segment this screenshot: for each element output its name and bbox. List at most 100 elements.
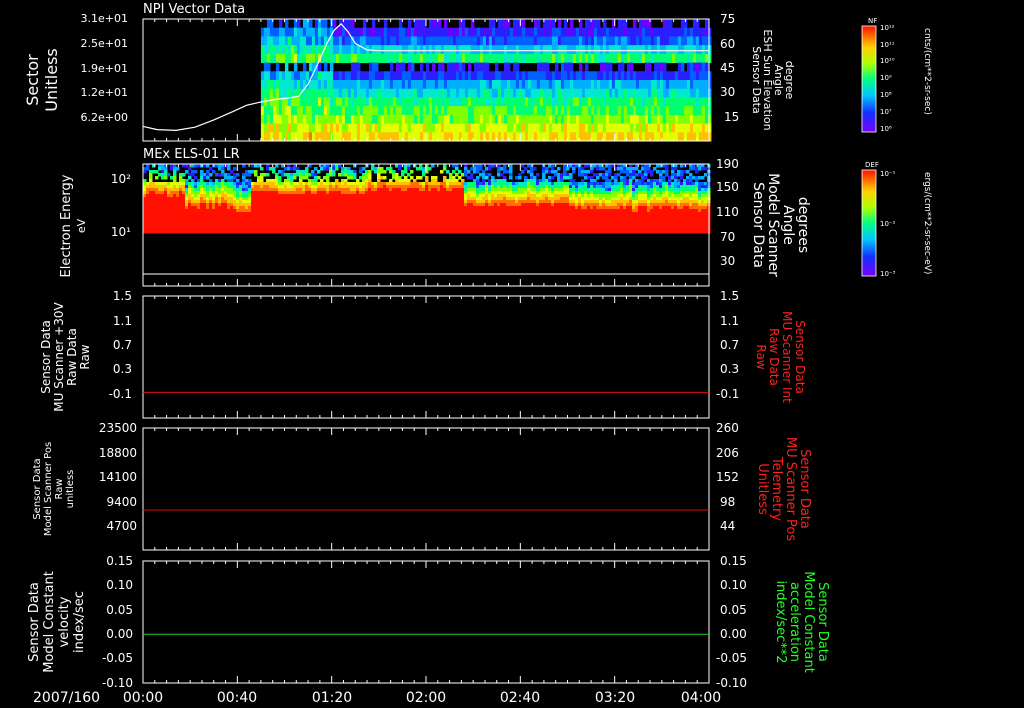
els-heatmap-cell xyxy=(329,206,333,210)
els-heatmap-cell xyxy=(476,206,480,210)
els-heatmap-cell xyxy=(413,212,417,216)
els-heatmap-cell xyxy=(344,188,348,192)
els-heatmap-cell xyxy=(437,227,441,231)
npi-heatmap-cell xyxy=(638,71,643,81)
els-heatmap-cell xyxy=(254,182,258,186)
npi-heatmap-cell xyxy=(638,27,643,37)
npi-heatmap-cell xyxy=(443,132,448,142)
els-heatmap-cell xyxy=(236,206,240,210)
npi-heatmap-cell xyxy=(686,62,691,72)
npi-heatmap-cell xyxy=(428,19,433,29)
npi-heatmap-cell xyxy=(599,88,604,98)
npi-heatmap-cell xyxy=(440,123,445,133)
els-heatmap-cell xyxy=(296,230,300,234)
els-heatmap-cell xyxy=(278,200,282,204)
els-heatmap-cell xyxy=(188,185,192,189)
els-heatmap-cell xyxy=(347,209,351,213)
els-heatmap-cell xyxy=(431,185,435,189)
els-heatmap-cell xyxy=(314,200,318,204)
npi-heatmap-cell xyxy=(353,71,358,81)
npi-heatmap-cell xyxy=(620,36,625,46)
els-heatmap-cell xyxy=(464,188,468,192)
npi-heatmap-cell xyxy=(701,106,706,116)
els-heatmap-cell xyxy=(542,191,546,195)
npi-heatmap-cell xyxy=(359,27,364,37)
els-heatmap-cell xyxy=(569,188,573,192)
els-heatmap-cell xyxy=(359,194,363,198)
npi-heatmap-cell xyxy=(653,106,658,116)
npi-heatmap-cell xyxy=(278,53,283,64)
els-heatmap-cell xyxy=(245,200,249,204)
npi-heatmap-cell xyxy=(659,27,664,37)
els-heatmap-cell xyxy=(179,218,183,222)
npi-heatmap-cell xyxy=(479,123,484,133)
els-heatmap-cell xyxy=(365,230,369,234)
els-heatmap-cell xyxy=(245,197,249,201)
npi-heatmap-cell xyxy=(476,53,481,64)
els-heatmap-cell xyxy=(149,206,153,210)
els-heatmap-cell xyxy=(533,224,537,228)
els-heatmap-cell xyxy=(395,206,399,210)
els-heatmap-cell xyxy=(497,212,501,216)
els-heatmap-cell xyxy=(161,188,165,192)
npi-heatmap-cell xyxy=(287,80,292,90)
els-heatmap-cell xyxy=(302,212,306,216)
els-heatmap-cell xyxy=(254,164,258,168)
els-heatmap-cell xyxy=(317,188,321,192)
els-heatmap-cell xyxy=(539,200,543,204)
npi-heatmap-cell xyxy=(404,106,409,116)
npi-heatmap-cell xyxy=(554,36,559,46)
npi-heatmap-cell xyxy=(620,114,625,125)
npi-heatmap-cell xyxy=(491,45,496,55)
npi-heatmap-cell xyxy=(518,88,523,98)
els-heatmap-cell xyxy=(245,179,249,183)
els-heatmap-cell xyxy=(488,167,492,171)
els-heatmap-cell xyxy=(461,209,465,213)
els-heatmap-cell xyxy=(311,227,315,231)
els-heatmap-cell xyxy=(161,209,165,213)
npi-heatmap-cell xyxy=(380,88,385,98)
els-heatmap-cell xyxy=(473,215,477,219)
els-heatmap-cell xyxy=(302,194,306,198)
npi-heatmap-cell xyxy=(539,88,544,98)
npi-heatmap-cell xyxy=(344,36,349,46)
els-heatmap-cell xyxy=(518,221,522,225)
npi-heatmap-cell xyxy=(593,19,598,29)
npi-heatmap-cell xyxy=(467,62,472,72)
els-heatmap-cell xyxy=(278,179,282,183)
els-heatmap-cell xyxy=(527,188,531,192)
els-heatmap-cell xyxy=(437,197,441,201)
npi-heatmap-cell xyxy=(293,53,298,64)
els-heatmap-cell xyxy=(383,197,387,201)
els-heatmap-cell xyxy=(317,212,321,216)
els-heatmap-cell xyxy=(221,164,225,168)
npi-heatmap-cell xyxy=(407,114,412,125)
els-heatmap-cell xyxy=(542,170,546,174)
els-heatmap-cell xyxy=(152,209,156,213)
els-heatmap-cell xyxy=(254,227,258,231)
els-heatmap-cell xyxy=(209,182,213,186)
els-heatmap-cell xyxy=(209,194,213,198)
els-heatmap-cell xyxy=(404,230,408,234)
npi-heatmap-cell xyxy=(305,71,310,81)
npi-heatmap-cell xyxy=(617,71,622,81)
els-heatmap-cell xyxy=(293,194,297,198)
npi-heatmap-cell xyxy=(572,88,577,98)
npi-heatmap-cell xyxy=(374,71,379,81)
npi-heatmap-cell xyxy=(569,53,574,64)
npi-heatmap-cell xyxy=(686,53,691,64)
els-heatmap-cell xyxy=(404,182,408,186)
els-heatmap-cell xyxy=(176,191,180,195)
npi-heatmap-cell xyxy=(629,62,634,72)
els-heatmap-cell xyxy=(512,230,516,234)
npi-heatmap-cell xyxy=(530,106,535,116)
npi-heatmap-cell xyxy=(515,36,520,46)
els-heatmap-cell xyxy=(296,218,300,222)
npi-heatmap-cell xyxy=(647,97,652,107)
npi-heatmap-cell xyxy=(695,88,700,98)
npi-heatmap-cell xyxy=(446,45,451,55)
npi-heatmap-cell xyxy=(593,36,598,46)
npi-heatmap-cell xyxy=(488,53,493,64)
els-heatmap-cell xyxy=(437,185,441,189)
els-heatmap-cell xyxy=(254,230,258,234)
